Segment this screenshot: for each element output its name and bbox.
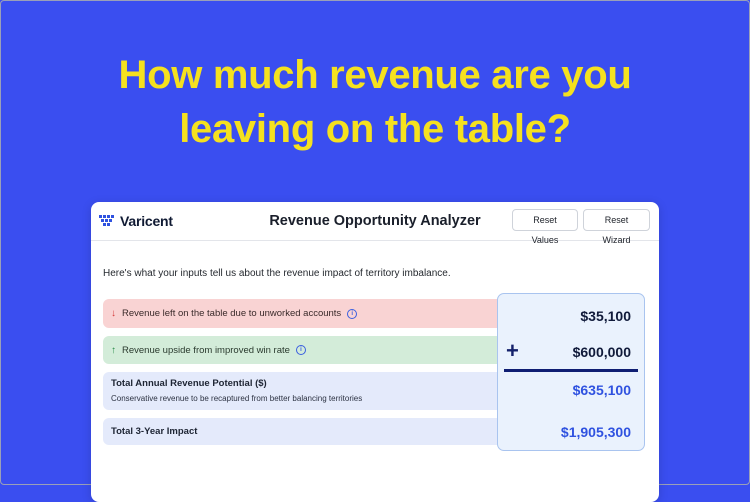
- total-annual-sublabel: Conservative revenue to be recaptured fr…: [111, 394, 363, 403]
- info-icon[interactable]: i: [347, 308, 358, 319]
- row-revenue-upside: ↑ Revenue upside from improved win rate …: [103, 336, 503, 364]
- three-year-value: $1,905,300: [560, 424, 631, 440]
- sum-divider: [504, 369, 638, 372]
- intro-text: Here's what your inputs tell us about th…: [103, 268, 451, 279]
- reset-values-button[interactable]: Reset Values: [512, 209, 578, 245]
- arrow-up-icon: ↑: [111, 344, 116, 356]
- row-revenue-upside-label: Revenue upside from improved win rate: [122, 344, 290, 356]
- plus-icon: +: [506, 338, 519, 363]
- three-year-label: Total 3-Year Impact: [111, 426, 198, 437]
- reset-wizard-button[interactable]: Reset Wizard: [583, 209, 650, 245]
- analyzer-card: Varicent Revenue Opportunity Analyzer Re…: [91, 202, 659, 502]
- row-three-year: Total 3-Year Impact: [103, 418, 503, 445]
- row-revenue-left: ↓ Revenue left on the table due to unwor…: [103, 299, 503, 328]
- results-panel: $35,100 + $600,000 $635,100 $1,905,300: [497, 293, 645, 451]
- headline-line-1: How much revenue are you: [118, 53, 632, 97]
- arrow-down-icon: ↓: [111, 308, 116, 319]
- info-icon[interactable]: i: [295, 345, 306, 355]
- card-header: Varicent Revenue Opportunity Analyzer Re…: [91, 202, 659, 245]
- row-total-annual: Total Annual Revenue Potential ($) Conse…: [103, 372, 503, 410]
- total-annual-value: $635,100: [572, 382, 631, 398]
- headline: How much revenue are you leaving on the …: [0, 48, 750, 156]
- headline-line-2: leaving on the table?: [179, 107, 571, 151]
- revenue-upside-value: $600,000: [572, 344, 631, 360]
- revenue-left-value: $35,100: [580, 308, 631, 324]
- total-annual-label: Total Annual Revenue Potential ($): [111, 378, 267, 389]
- row-revenue-left-label: Revenue left on the table due to unworke…: [122, 308, 342, 319]
